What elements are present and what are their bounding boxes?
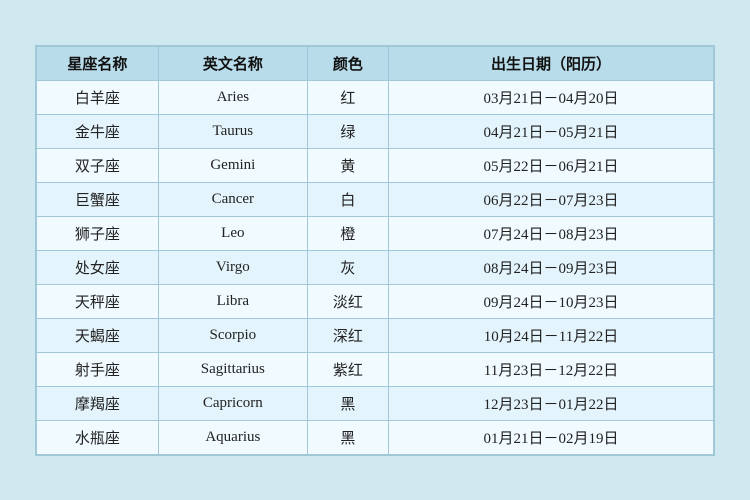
cell-en: Leo xyxy=(158,216,307,250)
cell-date: 06月22日－07月23日 xyxy=(389,182,714,216)
cell-date: 11月23日－12月22日 xyxy=(389,352,714,386)
cell-en: Cancer xyxy=(158,182,307,216)
cell-en: Virgo xyxy=(158,250,307,284)
table-row: 天秤座Libra淡红09月24日－10月23日 xyxy=(37,284,714,318)
table-row: 巨蟹座Cancer白06月22日－07月23日 xyxy=(37,182,714,216)
cell-color: 灰 xyxy=(307,250,388,284)
cell-color: 紫红 xyxy=(307,352,388,386)
table-row: 水瓶座Aquarius黑01月21日－02月19日 xyxy=(37,420,714,454)
cell-en: Capricorn xyxy=(158,386,307,420)
cell-zh: 双子座 xyxy=(37,148,159,182)
cell-zh: 金牛座 xyxy=(37,114,159,148)
cell-en: Libra xyxy=(158,284,307,318)
header-date: 出生日期（阳历） xyxy=(389,46,714,80)
cell-zh: 射手座 xyxy=(37,352,159,386)
cell-zh: 天秤座 xyxy=(37,284,159,318)
cell-zh: 水瓶座 xyxy=(37,420,159,454)
table-row: 双子座Gemini黄05月22日－06月21日 xyxy=(37,148,714,182)
cell-color: 黄 xyxy=(307,148,388,182)
cell-date: 10月24日－11月22日 xyxy=(389,318,714,352)
cell-zh: 天蝎座 xyxy=(37,318,159,352)
cell-en: Scorpio xyxy=(158,318,307,352)
cell-date: 08月24日－09月23日 xyxy=(389,250,714,284)
cell-color: 绿 xyxy=(307,114,388,148)
cell-en: Gemini xyxy=(158,148,307,182)
cell-date: 05月22日－06月21日 xyxy=(389,148,714,182)
cell-color: 黑 xyxy=(307,420,388,454)
cell-color: 橙 xyxy=(307,216,388,250)
table-row: 白羊座Aries红03月21日－04月20日 xyxy=(37,80,714,114)
cell-zh: 狮子座 xyxy=(37,216,159,250)
table-row: 处女座Virgo灰08月24日－09月23日 xyxy=(37,250,714,284)
table-row: 摩羯座Capricorn黑12月23日－01月22日 xyxy=(37,386,714,420)
cell-date: 09月24日－10月23日 xyxy=(389,284,714,318)
cell-date: 03月21日－04月20日 xyxy=(389,80,714,114)
zodiac-table: 星座名称 英文名称 颜色 出生日期（阳历） 白羊座Aries红03月21日－04… xyxy=(36,46,714,455)
cell-color: 红 xyxy=(307,80,388,114)
zodiac-table-container: 星座名称 英文名称 颜色 出生日期（阳历） 白羊座Aries红03月21日－04… xyxy=(35,45,715,456)
header-en: 英文名称 xyxy=(158,46,307,80)
table-header-row: 星座名称 英文名称 颜色 出生日期（阳历） xyxy=(37,46,714,80)
cell-zh: 处女座 xyxy=(37,250,159,284)
cell-en: Taurus xyxy=(158,114,307,148)
cell-date: 12月23日－01月22日 xyxy=(389,386,714,420)
cell-color: 白 xyxy=(307,182,388,216)
table-row: 狮子座Leo橙07月24日－08月23日 xyxy=(37,216,714,250)
cell-en: Sagittarius xyxy=(158,352,307,386)
cell-date: 01月21日－02月19日 xyxy=(389,420,714,454)
cell-zh: 摩羯座 xyxy=(37,386,159,420)
cell-en: Aries xyxy=(158,80,307,114)
cell-date: 07月24日－08月23日 xyxy=(389,216,714,250)
cell-date: 04月21日－05月21日 xyxy=(389,114,714,148)
table-row: 射手座Sagittarius紫红11月23日－12月22日 xyxy=(37,352,714,386)
cell-zh: 白羊座 xyxy=(37,80,159,114)
cell-color: 黑 xyxy=(307,386,388,420)
cell-zh: 巨蟹座 xyxy=(37,182,159,216)
header-color: 颜色 xyxy=(307,46,388,80)
cell-en: Aquarius xyxy=(158,420,307,454)
table-row: 天蝎座Scorpio深红10月24日－11月22日 xyxy=(37,318,714,352)
table-row: 金牛座Taurus绿04月21日－05月21日 xyxy=(37,114,714,148)
header-zh: 星座名称 xyxy=(37,46,159,80)
cell-color: 深红 xyxy=(307,318,388,352)
cell-color: 淡红 xyxy=(307,284,388,318)
